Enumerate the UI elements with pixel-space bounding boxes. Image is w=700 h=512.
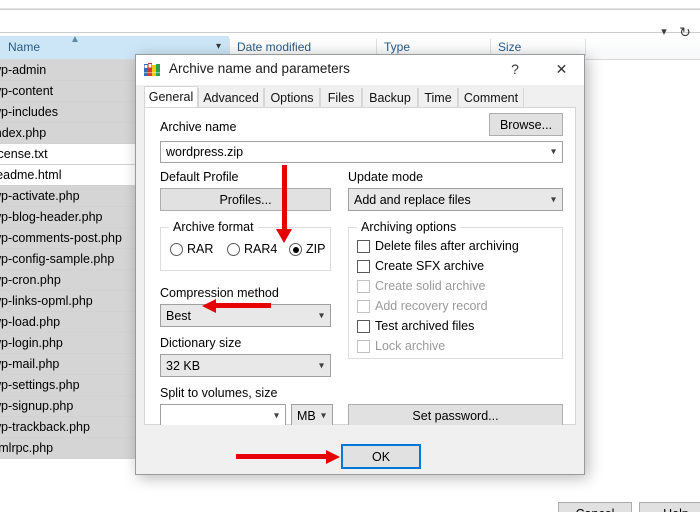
archiving-options-legend: Archiving options xyxy=(357,220,461,234)
compression-method-value: Best xyxy=(166,308,192,323)
tab-advanced[interactable]: Advanced xyxy=(198,88,264,108)
update-mode-dropdown[interactable]: Add and replace files ▾ xyxy=(348,188,563,211)
archive-name-label: Archive name xyxy=(160,120,237,134)
split-volumes-unit-value: MB xyxy=(297,408,316,423)
file-name: xmlrpc.php xyxy=(0,441,54,455)
default-profile-label: Default Profile xyxy=(160,170,239,184)
column-label-size: Size xyxy=(498,40,522,54)
checkbox-icon xyxy=(357,280,370,293)
file-name: wp-blog-header.php xyxy=(0,210,103,224)
dictionary-size-label: Dictionary size xyxy=(160,336,242,350)
radio-zip-label: ZIP xyxy=(306,242,326,256)
column-divider[interactable] xyxy=(585,39,586,56)
file-name: wp-links-opml.php xyxy=(0,294,93,308)
winrar-books-icon xyxy=(144,63,160,76)
radio-rar4-label: RAR4 xyxy=(244,242,278,256)
dialog-title-bar: Archive name and parameters ? ✕ xyxy=(136,55,584,85)
chevron-down-icon[interactable]: ▾ xyxy=(321,410,326,421)
tab-files[interactable]: Files xyxy=(320,88,362,108)
file-name: wp-signup.php xyxy=(0,399,74,413)
file-name: wp-load.php xyxy=(0,315,61,329)
checkbox-row-create-solid-archive: Create solid archive xyxy=(357,279,555,295)
file-name: license.txt xyxy=(0,147,48,161)
sort-ascending-icon: ▲ xyxy=(70,34,80,45)
radio-zip[interactable] xyxy=(289,243,302,256)
chevron-down-icon[interactable]: ▾ xyxy=(551,194,556,205)
tab-backup[interactable]: Backup xyxy=(362,88,418,108)
file-name: wp-activate.php xyxy=(0,189,80,203)
chevron-down-icon[interactable]: ▾ xyxy=(274,410,279,421)
tab-options[interactable]: Options xyxy=(264,88,320,108)
split-volumes-label: Split to volumes, size xyxy=(160,386,278,400)
archive-parameters-dialog: Archive name and parameters ? ✕ General A… xyxy=(135,54,700,512)
radio-rar4[interactable] xyxy=(227,243,240,256)
column-label-date-modified: Date modified xyxy=(237,40,312,54)
explorer-toolbar-strip xyxy=(0,0,700,9)
checkbox-row-add-recovery-record: Add recovery record xyxy=(357,299,555,315)
archive-name-value: wordpress.zip xyxy=(166,145,244,159)
file-name: wp-settings.php xyxy=(0,378,80,392)
file-name: wp-content xyxy=(0,84,54,98)
dialog-title: Archive name and parameters xyxy=(169,61,350,76)
checkbox-label: Delete files after archiving xyxy=(375,239,519,253)
profiles-button[interactable]: Profiles... xyxy=(160,188,331,211)
help-button[interactable]: Help xyxy=(639,502,700,512)
tab-time[interactable]: Time xyxy=(418,88,458,108)
radio-rar[interactable] xyxy=(170,243,183,256)
file-name: wp-mail.php xyxy=(0,357,60,371)
close-icon[interactable]: ✕ xyxy=(539,55,584,84)
file-name: wp-login.php xyxy=(0,336,63,350)
update-mode-label: Update mode xyxy=(348,170,424,184)
compression-method-label: Compression method xyxy=(160,286,279,300)
checkbox-icon[interactable] xyxy=(357,320,370,333)
help-icon[interactable]: ? xyxy=(498,55,532,84)
file-name: wp-config-sample.php xyxy=(0,252,115,266)
checkbox-label: Lock archive xyxy=(375,339,446,353)
column-name-chevron-icon[interactable]: ▾ xyxy=(216,41,221,52)
archive-format-legend: Archive format xyxy=(169,220,258,234)
tab-general[interactable]: General xyxy=(144,86,198,108)
dialog-tab-strip: General Advanced Options Files Backup Time Com… xyxy=(136,85,584,108)
checkbox-label: Create solid archive xyxy=(375,279,486,293)
column-label-type: Type xyxy=(384,40,411,54)
radio-rar-label: RAR xyxy=(187,242,214,256)
set-password-button[interactable]: Set password... xyxy=(348,404,563,427)
checkbox-label: Create SFX archive xyxy=(375,259,485,273)
checkbox-row-lock-archive: Lock archive xyxy=(357,339,555,355)
checkbox-label: Test archived files xyxy=(375,319,475,333)
checkbox-label: Add recovery record xyxy=(375,299,488,313)
split-volumes-input[interactable]: ▾ xyxy=(160,404,286,427)
split-volumes-unit-dropdown[interactable]: MB ▾ xyxy=(291,404,333,427)
tab-page-general: Archive name Browse... wordpress.zip ▾ D… xyxy=(144,107,576,427)
checkbox-icon[interactable] xyxy=(357,260,370,273)
address-bar[interactable]: ▾ ↻ xyxy=(0,9,700,40)
tab-comment[interactable]: Comment xyxy=(458,88,524,108)
checkbox-row-delete-files-after-archiving[interactable]: Delete files after archiving xyxy=(357,239,555,255)
checkbox-icon xyxy=(357,300,370,313)
file-name: wp-cron.php xyxy=(0,273,61,287)
checkbox-row-test-archived-files[interactable]: Test archived files xyxy=(357,319,555,335)
checkbox-row-create-sfx-archive[interactable]: Create SFX archive xyxy=(357,259,555,275)
checkbox-icon xyxy=(357,340,370,353)
update-mode-value: Add and replace files xyxy=(354,192,471,207)
dictionary-size-dropdown[interactable]: 32 KB ▾ xyxy=(160,354,331,377)
screen: ▾ ↻ ▲ Name ▾ Date modified Type Size wp-… xyxy=(0,0,700,512)
file-name: wp-includes xyxy=(0,105,59,119)
checkbox-icon[interactable] xyxy=(357,240,370,253)
cancel-button[interactable]: Cancel xyxy=(558,502,632,512)
file-name: wp-comments-post.php xyxy=(0,231,122,245)
file-name: readme.html xyxy=(0,168,62,182)
archive-name-input[interactable]: wordpress.zip ▾ xyxy=(160,141,563,163)
browse-button[interactable]: Browse... xyxy=(489,113,563,136)
file-name: wp-trackback.php xyxy=(0,420,90,434)
chevron-down-icon[interactable]: ▾ xyxy=(319,310,324,321)
ok-button[interactable]: OK xyxy=(341,444,421,469)
dictionary-size-value: 32 KB xyxy=(166,358,201,373)
chevron-down-icon[interactable]: ▾ xyxy=(319,360,324,371)
column-label-name: Name xyxy=(8,40,41,54)
chevron-down-icon[interactable]: ▾ xyxy=(551,147,556,158)
file-name: index.php xyxy=(0,126,47,140)
file-name: wp-admin xyxy=(0,63,47,77)
